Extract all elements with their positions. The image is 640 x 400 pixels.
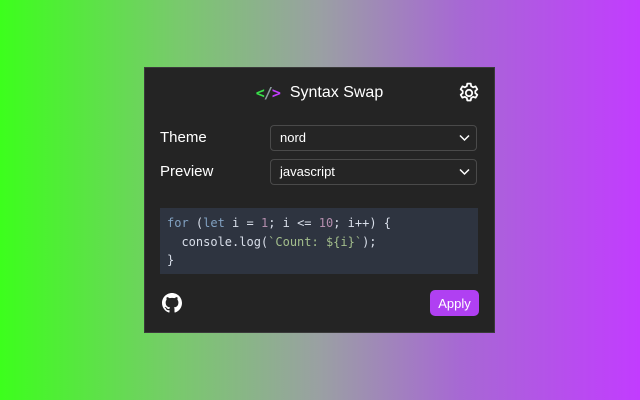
code-brackets-icon: </> bbox=[255, 84, 281, 102]
logo-right: > bbox=[271, 84, 281, 102]
chevron-down-icon bbox=[459, 168, 470, 176]
theme-row: Theme nord bbox=[160, 125, 480, 151]
chevron-down-icon bbox=[459, 134, 470, 142]
code-line-2: console.log(`Count: ${i}`); bbox=[167, 234, 377, 249]
apply-button[interactable]: Apply bbox=[430, 290, 479, 316]
logo-slash: / bbox=[263, 84, 273, 102]
theme-select-value: nord bbox=[280, 130, 307, 145]
code-line-3: } bbox=[167, 253, 175, 267]
preview-select-value: javascript bbox=[280, 164, 335, 179]
code-preview: for (let i = 1; i <= 10; i++) { console.… bbox=[160, 208, 478, 274]
code-line-1: for (let i = 1; i <= 10; i++) { bbox=[167, 216, 392, 230]
preview-select[interactable]: javascript bbox=[270, 159, 477, 185]
logo-left: < bbox=[255, 84, 265, 102]
header: </> Syntax Swap bbox=[145, 68, 494, 118]
gear-icon[interactable] bbox=[457, 81, 481, 105]
theme-label: Theme bbox=[160, 129, 207, 146]
app-title: Syntax Swap bbox=[289, 84, 384, 101]
extension-popup: </> Syntax Swap Theme nord Preview javas… bbox=[144, 67, 495, 333]
theme-select[interactable]: nord bbox=[270, 125, 477, 151]
preview-label: Preview bbox=[160, 163, 214, 180]
preview-row: Preview javascript bbox=[160, 159, 480, 185]
github-icon[interactable] bbox=[162, 293, 182, 313]
